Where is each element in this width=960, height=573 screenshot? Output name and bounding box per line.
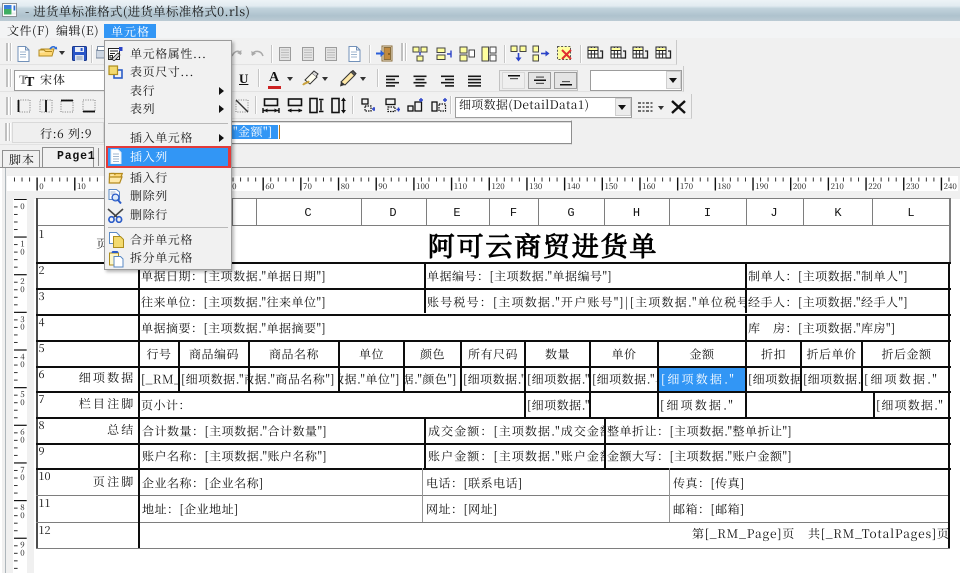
svg-text:10: 10 xyxy=(77,181,86,191)
svg-text:0: 0 xyxy=(20,547,25,558)
svg-text:0: 0 xyxy=(20,435,25,446)
svg-text:150: 150 xyxy=(605,181,619,191)
svg-text:170: 170 xyxy=(680,181,694,191)
svg-text:90: 90 xyxy=(378,181,387,191)
svg-text:0: 0 xyxy=(39,181,44,191)
svg-text:0: 0 xyxy=(20,472,25,483)
svg-text:200: 200 xyxy=(793,181,807,191)
svg-text:160: 160 xyxy=(642,181,656,191)
svg-text:100: 100 xyxy=(416,181,430,191)
svg-text:60: 60 xyxy=(265,181,274,191)
svg-text:0: 0 xyxy=(20,359,25,370)
svg-text:0: 0 xyxy=(20,510,25,521)
svg-text:210: 210 xyxy=(831,181,845,191)
svg-text:190: 190 xyxy=(755,181,769,191)
svg-text:0: 0 xyxy=(20,322,25,333)
svg-text:80: 80 xyxy=(341,181,350,191)
svg-text:0: 0 xyxy=(20,397,25,408)
svg-text:120: 120 xyxy=(491,181,505,191)
svg-text:240: 240 xyxy=(944,181,958,191)
svg-text:230: 230 xyxy=(906,181,920,191)
svg-text:130: 130 xyxy=(529,181,543,191)
svg-text:T: T xyxy=(25,75,35,86)
svg-text:180: 180 xyxy=(718,181,732,191)
svg-text:220: 220 xyxy=(868,181,882,191)
svg-text:70: 70 xyxy=(303,181,312,191)
svg-text:0: 0 xyxy=(20,201,25,212)
svg-text:0: 0 xyxy=(20,246,25,257)
svg-text:0: 0 xyxy=(20,284,25,295)
svg-text:110: 110 xyxy=(454,181,468,191)
svg-text:140: 140 xyxy=(567,181,581,191)
